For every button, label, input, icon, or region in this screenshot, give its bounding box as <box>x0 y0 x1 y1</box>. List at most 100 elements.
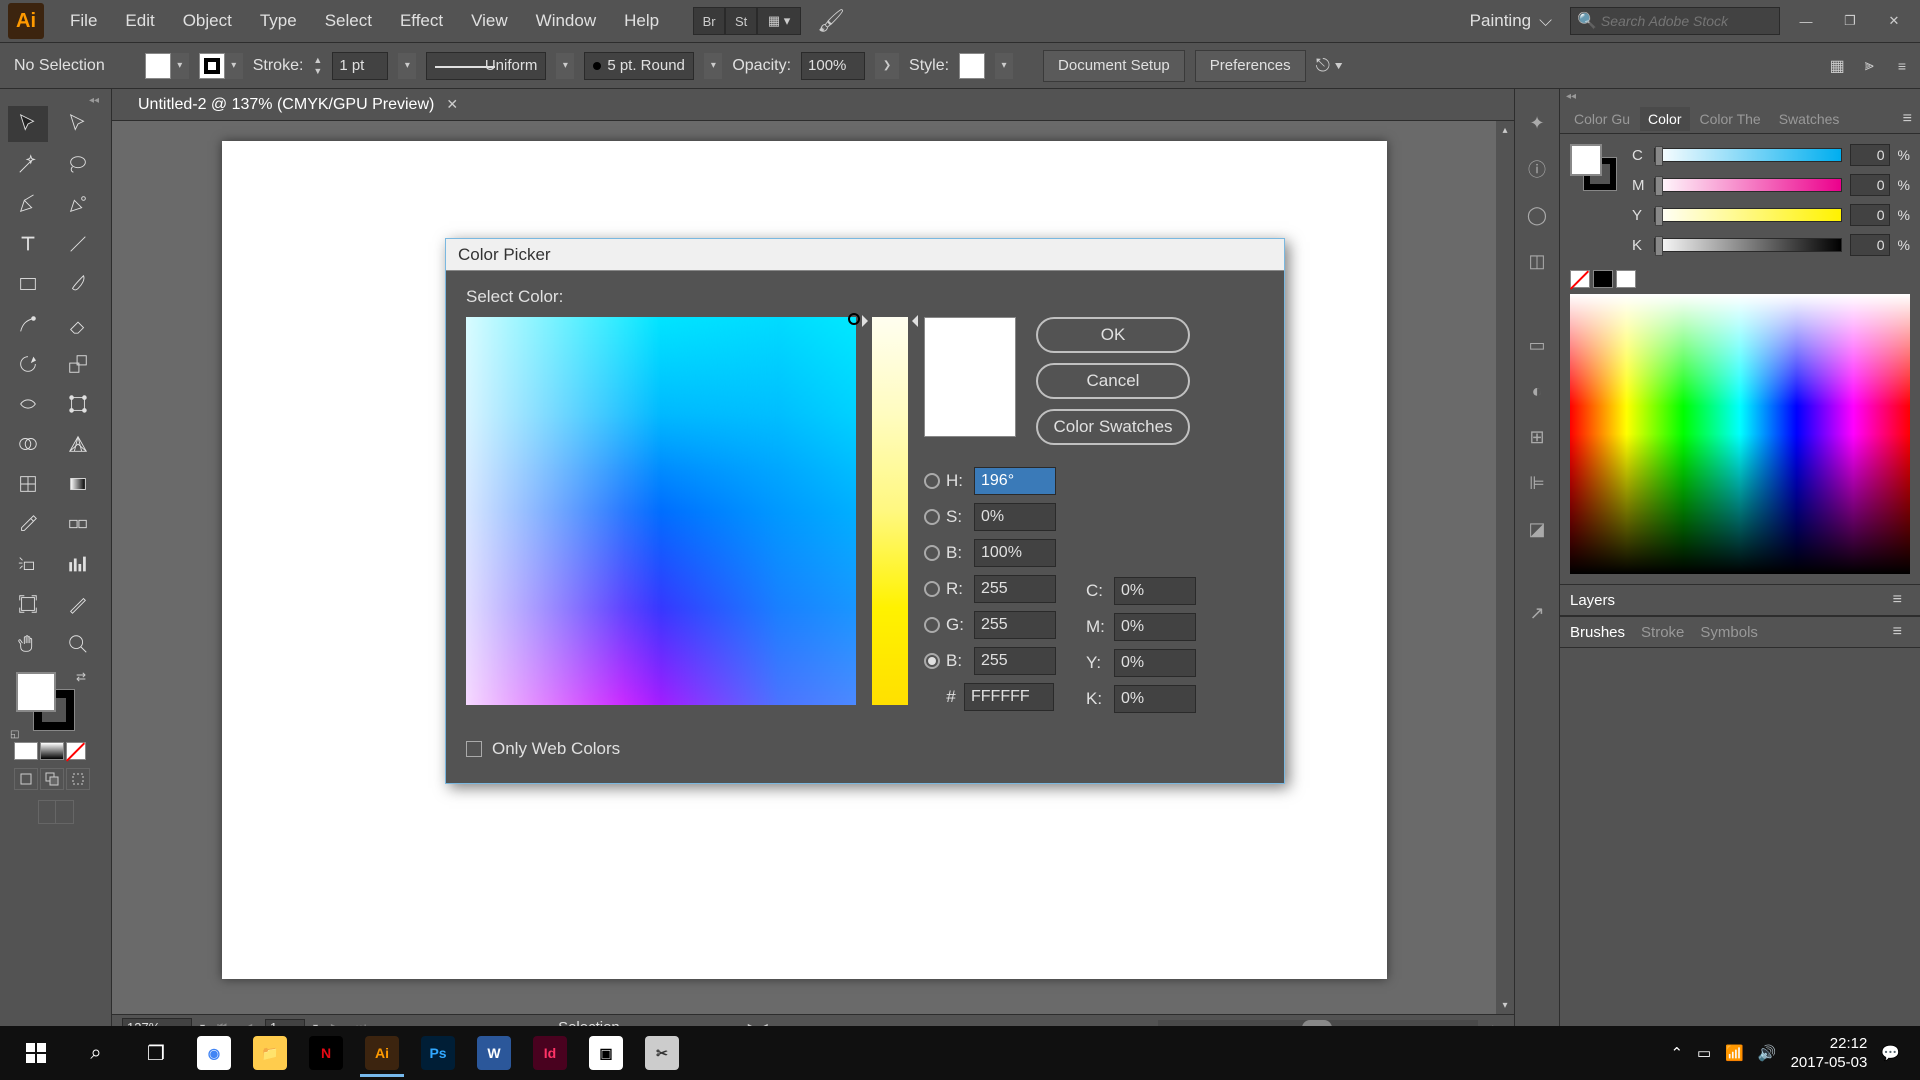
workspace-switcher[interactable]: Painting ⌵ <box>1460 7 1562 35</box>
color-mode[interactable] <box>14 742 38 760</box>
scroll-up-arrow[interactable]: ▴ <box>1496 121 1514 139</box>
layers-panel-header[interactable]: Layers ≡ <box>1560 584 1920 616</box>
tab-color-themes[interactable]: Color The <box>1692 107 1769 131</box>
blend-tool[interactable] <box>58 506 98 542</box>
fill-swatch[interactable] <box>145 53 171 79</box>
clock[interactable]: 22:12 2017-05-03 <box>1791 1034 1868 1073</box>
dialog-title-bar[interactable]: Color Picker <box>446 239 1284 271</box>
taskbar-app-indesign[interactable]: Id <box>522 1029 578 1077</box>
g-input[interactable] <box>974 611 1056 639</box>
scale-tool[interactable] <box>58 346 98 382</box>
ok-button[interactable]: OK <box>1036 317 1190 353</box>
hue-arrow-right[interactable] <box>906 315 918 327</box>
task-view-button[interactable]: ❐ <box>126 1026 186 1080</box>
stroke-weight-input[interactable] <box>332 52 388 80</box>
draw-behind[interactable] <box>40 768 64 790</box>
default-fill-stroke-icon[interactable]: ◱ <box>10 729 19 740</box>
menu-select[interactable]: Select <box>311 7 386 35</box>
taskbar-app-chrome[interactable]: ◉ <box>186 1029 242 1077</box>
search-input[interactable] <box>1601 13 1773 29</box>
libraries-icon[interactable]: ▭ <box>1523 331 1551 359</box>
r-input[interactable] <box>974 575 1056 603</box>
document-tab[interactable]: Untitled-2 @ 137% (CMYK/GPU Preview) ✕ <box>128 92 468 118</box>
saturation-box[interactable] <box>466 317 856 705</box>
menu-object[interactable]: Object <box>169 7 246 35</box>
menu-window[interactable]: Window <box>522 7 610 35</box>
preferences-button[interactable]: Preferences <box>1195 50 1306 82</box>
eraser-tool[interactable] <box>58 306 98 342</box>
tab-layers[interactable]: Layers <box>1570 592 1615 609</box>
fill-indicator[interactable] <box>16 672 56 712</box>
color-swatches-button[interactable]: Color Swatches <box>1036 409 1190 445</box>
gradient-tool[interactable] <box>58 466 98 502</box>
shape-builder-tool[interactable] <box>8 426 48 462</box>
menu-edit[interactable]: Edit <box>111 7 168 35</box>
taskbar-app-netflix[interactable]: N <box>298 1029 354 1077</box>
pathfinder-icon[interactable]: ◪ <box>1523 515 1551 543</box>
eyedropper-tool[interactable] <box>8 506 48 542</box>
tab-swatches[interactable]: Swatches <box>1771 107 1848 131</box>
brush-arrow[interactable]: ▾ <box>704 53 722 79</box>
hand-tool[interactable] <box>8 626 48 662</box>
g-radio[interactable] <box>924 617 940 633</box>
zoom-tool[interactable] <box>58 626 98 662</box>
swap-fill-stroke-icon[interactable]: ⇄ <box>76 670 86 684</box>
only-web-colors[interactable]: Only Web Colors <box>466 739 1264 759</box>
black-swatch[interactable] <box>1593 270 1613 288</box>
shaper-tool[interactable] <box>8 306 48 342</box>
minimize-button[interactable]: — <box>1788 7 1824 35</box>
y-input[interactable] <box>1850 204 1890 226</box>
c-slider[interactable] <box>1654 148 1842 162</box>
s-input[interactable] <box>974 503 1056 531</box>
fill-swatch-arrow[interactable]: ▾ <box>171 53 189 79</box>
info-icon[interactable]: ⓘ <box>1523 155 1551 183</box>
draw-normal[interactable] <box>14 768 38 790</box>
align-selector[interactable]: ⎋ ▾ <box>1316 55 1343 76</box>
brushes-panel-menu[interactable]: ≡ <box>1885 623 1910 641</box>
search-stock-input[interactable]: 🔍 <box>1570 7 1780 35</box>
artboard-tool[interactable] <box>8 586 48 622</box>
none-color-icon[interactable] <box>1570 270 1590 288</box>
scroll-down-arrow[interactable]: ▾ <box>1496 996 1514 1014</box>
hue-bar[interactable] <box>872 317 908 705</box>
spectrum-ramp[interactable] <box>1570 294 1910 574</box>
layout-icon-1[interactable]: ▦ <box>1830 56 1845 76</box>
brush-selector[interactable]: 5 pt. Round <box>584 52 694 80</box>
stroke-profile[interactable]: Uniform <box>426 52 546 80</box>
c-input-dialog[interactable] <box>1114 577 1196 605</box>
y-slider[interactable] <box>1654 208 1842 222</box>
vertical-scrollbar[interactable]: ▴ ▾ <box>1496 121 1514 1014</box>
tab-color-guide[interactable]: Color Gu <box>1566 107 1638 131</box>
arrange-button[interactable]: ▦ ▾ <box>757 7 801 35</box>
m-slider[interactable] <box>1654 178 1842 192</box>
stroke-swatch[interactable] <box>199 53 225 79</box>
menu-view[interactable]: View <box>457 7 522 35</box>
start-button[interactable] <box>6 1026 66 1080</box>
brushes-panel-header[interactable]: Brushes Stroke Symbols ≡ <box>1560 616 1920 648</box>
close-tab-icon[interactable]: ✕ <box>446 96 458 113</box>
type-tool[interactable] <box>8 226 48 262</box>
slice-tool[interactable] <box>58 586 98 622</box>
menu-help[interactable]: Help <box>610 7 673 35</box>
stroke-down[interactable]: ▼ <box>313 66 322 76</box>
tab-brushes[interactable]: Brushes <box>1570 624 1625 641</box>
stroke-up[interactable]: ▲ <box>313 55 322 65</box>
tray-expand-icon[interactable]: ⌃ <box>1670 1044 1683 1062</box>
hex-input[interactable] <box>964 683 1054 711</box>
notifications-icon[interactable]: 💬 <box>1881 1044 1900 1062</box>
transform-icon[interactable]: ⊞ <box>1523 423 1551 451</box>
free-transform-tool[interactable] <box>58 386 98 422</box>
rotate-tool[interactable] <box>8 346 48 382</box>
y-input-dialog[interactable] <box>1114 649 1196 677</box>
line-tool[interactable] <box>58 226 98 262</box>
blue-input[interactable] <box>974 647 1056 675</box>
properties-icon[interactable]: ✦ <box>1523 109 1551 137</box>
taskbar-app-word[interactable]: W <box>466 1029 522 1077</box>
battery-icon[interactable]: ▭ <box>1697 1044 1711 1062</box>
h-radio[interactable] <box>924 473 940 489</box>
width-tool[interactable] <box>8 386 48 422</box>
bridge-button[interactable]: Br <box>693 7 725 35</box>
hue-arrow-left[interactable] <box>862 315 874 327</box>
export-icon[interactable]: ↗ <box>1523 599 1551 627</box>
tab-color[interactable]: Color <box>1640 107 1689 131</box>
